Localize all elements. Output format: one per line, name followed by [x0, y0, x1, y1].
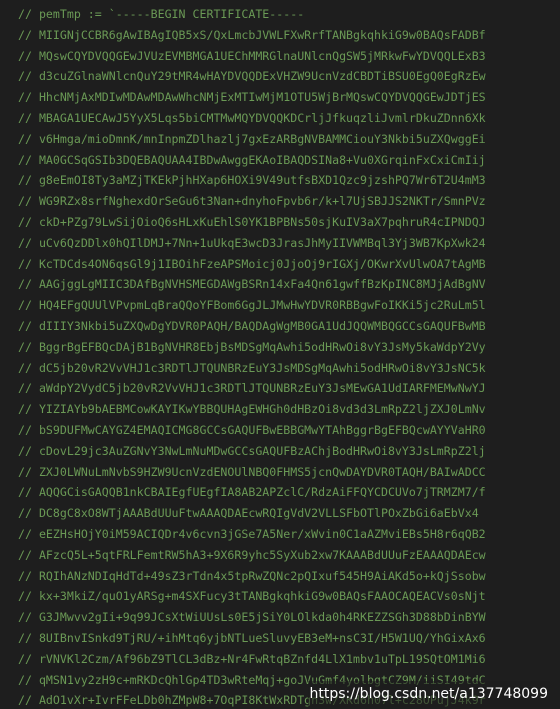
code-line: // KcTDCds4ON6qsGl9j1IBOihFzeAPSMoicj0Jj… [18, 256, 486, 271]
code-line: // 8UIBnvISnkd9TjRU/+ihMtq6yjbNTLueSluvy… [18, 630, 486, 645]
code-line: // d3cuZGlnaWNlcnQuY29tMR4wHAYDVQQDExVHZ… [18, 69, 486, 84]
code-line: // HQ4EFgQUUlVPvpmLqBraQQoYFBom6GgJLJMwH… [18, 298, 486, 313]
code-editor[interactable]: // pemTmp := `-----BEGIN CERTIFICATE----… [0, 0, 560, 709]
code-lines: // pemTmp := `-----BEGIN CERTIFICATE----… [18, 4, 486, 709]
code-line: // ckD+PZg79LwSijOioQ6sHLxKuEhlS0YK1BPBN… [18, 214, 486, 229]
code-line: // rVNVKl2Czm/Af96bZ9TlCL3dBz+Nr4FwRtqBZ… [18, 651, 486, 666]
code-line: // G3JMwvv2gIi+9q99JCsXtWiUUsLs0E5jSiY0L… [18, 610, 486, 625]
code-line: // dC5jb20vR2VvVHJ1c3RDTlJTQUNBRzEuY3JsM… [18, 360, 486, 375]
code-line: // MQswCQYDVQQGEwJVUzEVMBMGA1UEChMMRGlna… [18, 48, 486, 63]
code-line: // pemTmp := `-----BEGIN CERTIFICATE----… [18, 7, 305, 21]
code-line: // MBAGA1UECAwJ5YyX5Lqs5biCMTMwMQYDVQQKD… [18, 110, 486, 125]
code-line: // DC8gC8xO8WTjAAABdUUuFtwAAAQDAEcwRQIgV… [18, 506, 479, 521]
code-line: // AFzcQ5L+5qtFRLFemtRW5hA3+9X6R9yhc5SyX… [18, 547, 486, 562]
code-line: // WG9RZx8srfNghexdOrSeGu6t3Nan+dnyhoFpv… [18, 194, 486, 209]
code-line: // YIZIAYb9bAEBMCowKAYIKwYBBQUHAgEWHGh0d… [18, 402, 486, 417]
code-line: // eEZHsHOjY0iM59ACIQDr4v6cvn3jGSe7A5Ner… [18, 526, 486, 541]
code-line: // v6Hmga/mioDmnK/mnInpmZDlhazlj7gxEzARB… [18, 131, 486, 146]
code-line: // cDovL29jc3AuZGNvY3NwLmNuMDwGCCsGAQUFB… [18, 443, 486, 458]
code-line: // bS9DUFMwCAYGZ4EMAQICMG8GCCsGAQUFBwEBB… [18, 422, 486, 437]
code-line: // dIIIY3Nkbi5uZXQwDgYDVR0PAQH/BAQDAgWgM… [18, 318, 486, 333]
code-line: // MA0GCSqGSIb3DQEBAQUAA4IBDwAwggEKAoIBA… [18, 152, 486, 167]
watermark: https://blog.csdn.net/a137748099 [307, 681, 550, 707]
code-line: // AAGjggLgMIIC3DAfBgNVHSMEGDAWgBSRn14xF… [18, 277, 486, 292]
code-line: // AQQGCisGAQQB1nkCBAIEgfUEgfIA8AB2APZcl… [18, 485, 486, 500]
code-line: // ZXJ0LWNuLmNvbS9HZW9UcnVzdENOUlNBQ0FHM… [18, 464, 486, 479]
code-line: // g8eEmOI8Ty3aMZjTKEkPjhHXap6HOXi9V49ut… [18, 173, 486, 188]
code-line: // uCv6QzDDlx0hQIlDMJ+7Nn+1uUkqE3wcD3Jra… [18, 235, 486, 250]
code-line: // RQIhANzNDIqHdTd+49sZ3rTdn4x5tpRwZQNc2… [18, 568, 486, 583]
code-line: // BggrBgEFBQcDAjB1BgNVHR8EbjBsMDSgMqAwh… [18, 339, 486, 354]
code-line: // kx+3MkiZ/quO1yARSg+m4SXFucy3tTANBgkqh… [18, 589, 486, 604]
code-line: // MIIGNjCCBR6gAwIBAgIQB5xS/QxLmcbJVWLFX… [18, 27, 486, 42]
code-line: // aWdpY2VydC5jb20vR2VvVHJ1c3RDTlJTQUNBR… [18, 381, 486, 396]
code-line: // HhcNMjAxMDIwMDAwMDAwWhcNMjExMTIwMjM1O… [18, 90, 486, 105]
